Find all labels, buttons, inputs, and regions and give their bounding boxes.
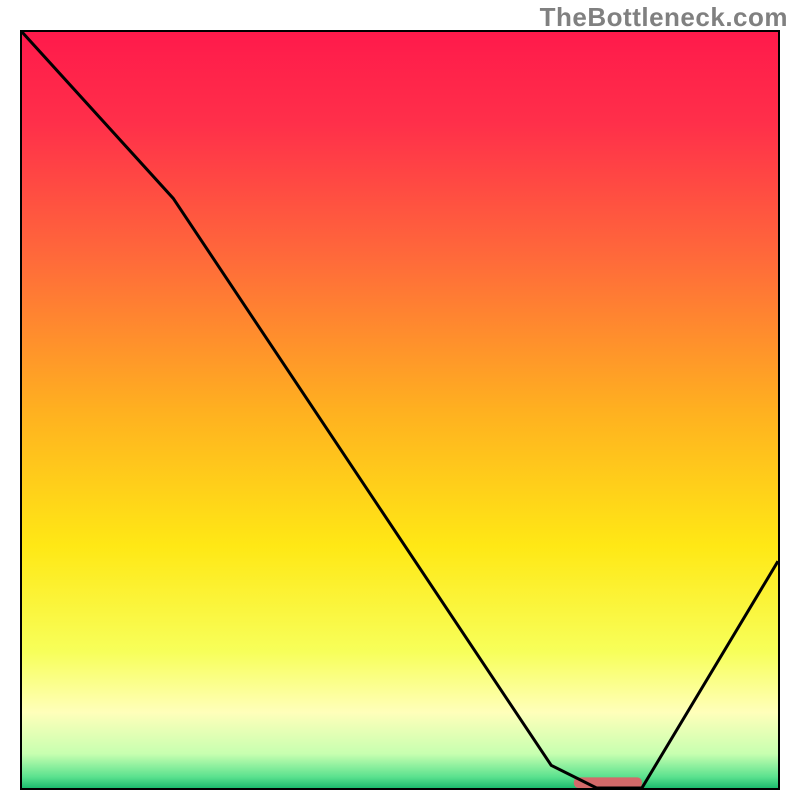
- chart-stage: TheBottleneck.com: [0, 0, 800, 800]
- gradient-fill: [22, 32, 778, 788]
- plot-svg: [22, 32, 778, 788]
- watermark-text: TheBottleneck.com: [540, 2, 788, 33]
- plot-frame: [20, 30, 780, 790]
